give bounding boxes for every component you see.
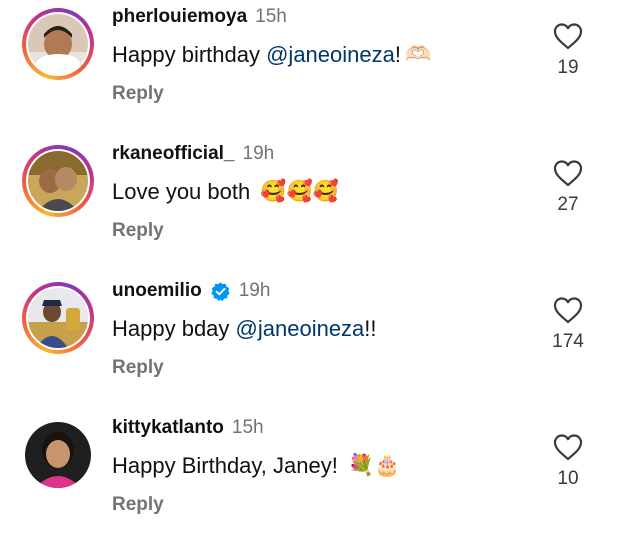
avatar-photo	[28, 288, 88, 348]
mention-link[interactable]: @janeoineza	[236, 316, 365, 342]
emoji: 🥰🥰🥰	[260, 180, 339, 203]
avatar[interactable]	[22, 419, 94, 491]
like-count: 10	[557, 468, 579, 489]
comment-text-body: Happy bday	[112, 316, 236, 341]
avatar[interactable]	[22, 145, 94, 217]
comment-timestamp: 15h	[231, 417, 264, 438]
comment-item: rkaneofficial_ 19h Love you both 🥰🥰🥰 Rep…	[0, 141, 620, 278]
comment-text-body: Love you both	[112, 179, 257, 204]
heart-outline-icon[interactable]	[553, 433, 583, 461]
comment-username[interactable]: pherlouiemoya	[112, 6, 247, 28]
avatar-photo	[28, 14, 88, 74]
comment-text: Happy Birthday, Janey! 💐🎂	[112, 453, 400, 479]
avatar-photo	[28, 151, 88, 211]
comment-timestamp: 15h	[255, 6, 287, 27]
heart-outline-icon[interactable]	[553, 296, 583, 324]
emoji: 🫶🏻	[404, 43, 432, 66]
comment-item: pherlouiemoya 15h Happy birthday @janeoi…	[0, 4, 620, 141]
like-count: 174	[552, 331, 584, 352]
like-control: 19	[548, 22, 588, 96]
comment-text-body: Happy Birthday, Janey!	[112, 453, 344, 478]
comment-text-tail: !	[394, 42, 401, 67]
comment-text: Happy bday @janeoineza!!	[112, 316, 377, 342]
like-control: 27	[548, 159, 588, 233]
comment-username[interactable]: rkaneofficial_	[112, 143, 235, 165]
like-control: 10	[548, 433, 588, 507]
mention-link[interactable]: @janeoineza	[266, 42, 395, 68]
avatar[interactable]	[22, 8, 94, 80]
like-count: 27	[557, 194, 579, 215]
comment-item: unoemilio 19h Happy bday @janeoineza!! R…	[0, 278, 620, 415]
reply-button[interactable]: Reply	[112, 83, 164, 105]
comment-text-body: Happy birthday	[112, 42, 267, 67]
avatar[interactable]	[22, 282, 94, 354]
avatar-photo	[25, 422, 91, 488]
comment-text: Happy birthday @janeoineza! 🫶🏻	[112, 42, 431, 68]
heart-outline-icon[interactable]	[553, 22, 583, 50]
like-count: 19	[557, 57, 579, 78]
emoji: 💐🎂	[347, 454, 401, 477]
reply-button[interactable]: Reply	[112, 220, 164, 242]
comment-username[interactable]: kittykatlanto	[112, 417, 224, 439]
like-control: 174	[548, 296, 588, 370]
reply-button[interactable]: Reply	[112, 357, 164, 379]
comment-text: Love you both 🥰🥰🥰	[112, 179, 339, 205]
reply-button[interactable]: Reply	[112, 494, 164, 516]
heart-outline-icon[interactable]	[553, 159, 583, 187]
verified-badge-icon	[211, 281, 230, 301]
comment-timestamp: 19h	[242, 143, 275, 164]
comment-username[interactable]: unoemilio	[112, 280, 202, 302]
comment-item: kittykatlanto 15h Happy Birthday, Janey!…	[0, 415, 620, 552]
comment-text-tail: !!	[364, 316, 377, 341]
comment-timestamp: 19h	[238, 280, 271, 301]
